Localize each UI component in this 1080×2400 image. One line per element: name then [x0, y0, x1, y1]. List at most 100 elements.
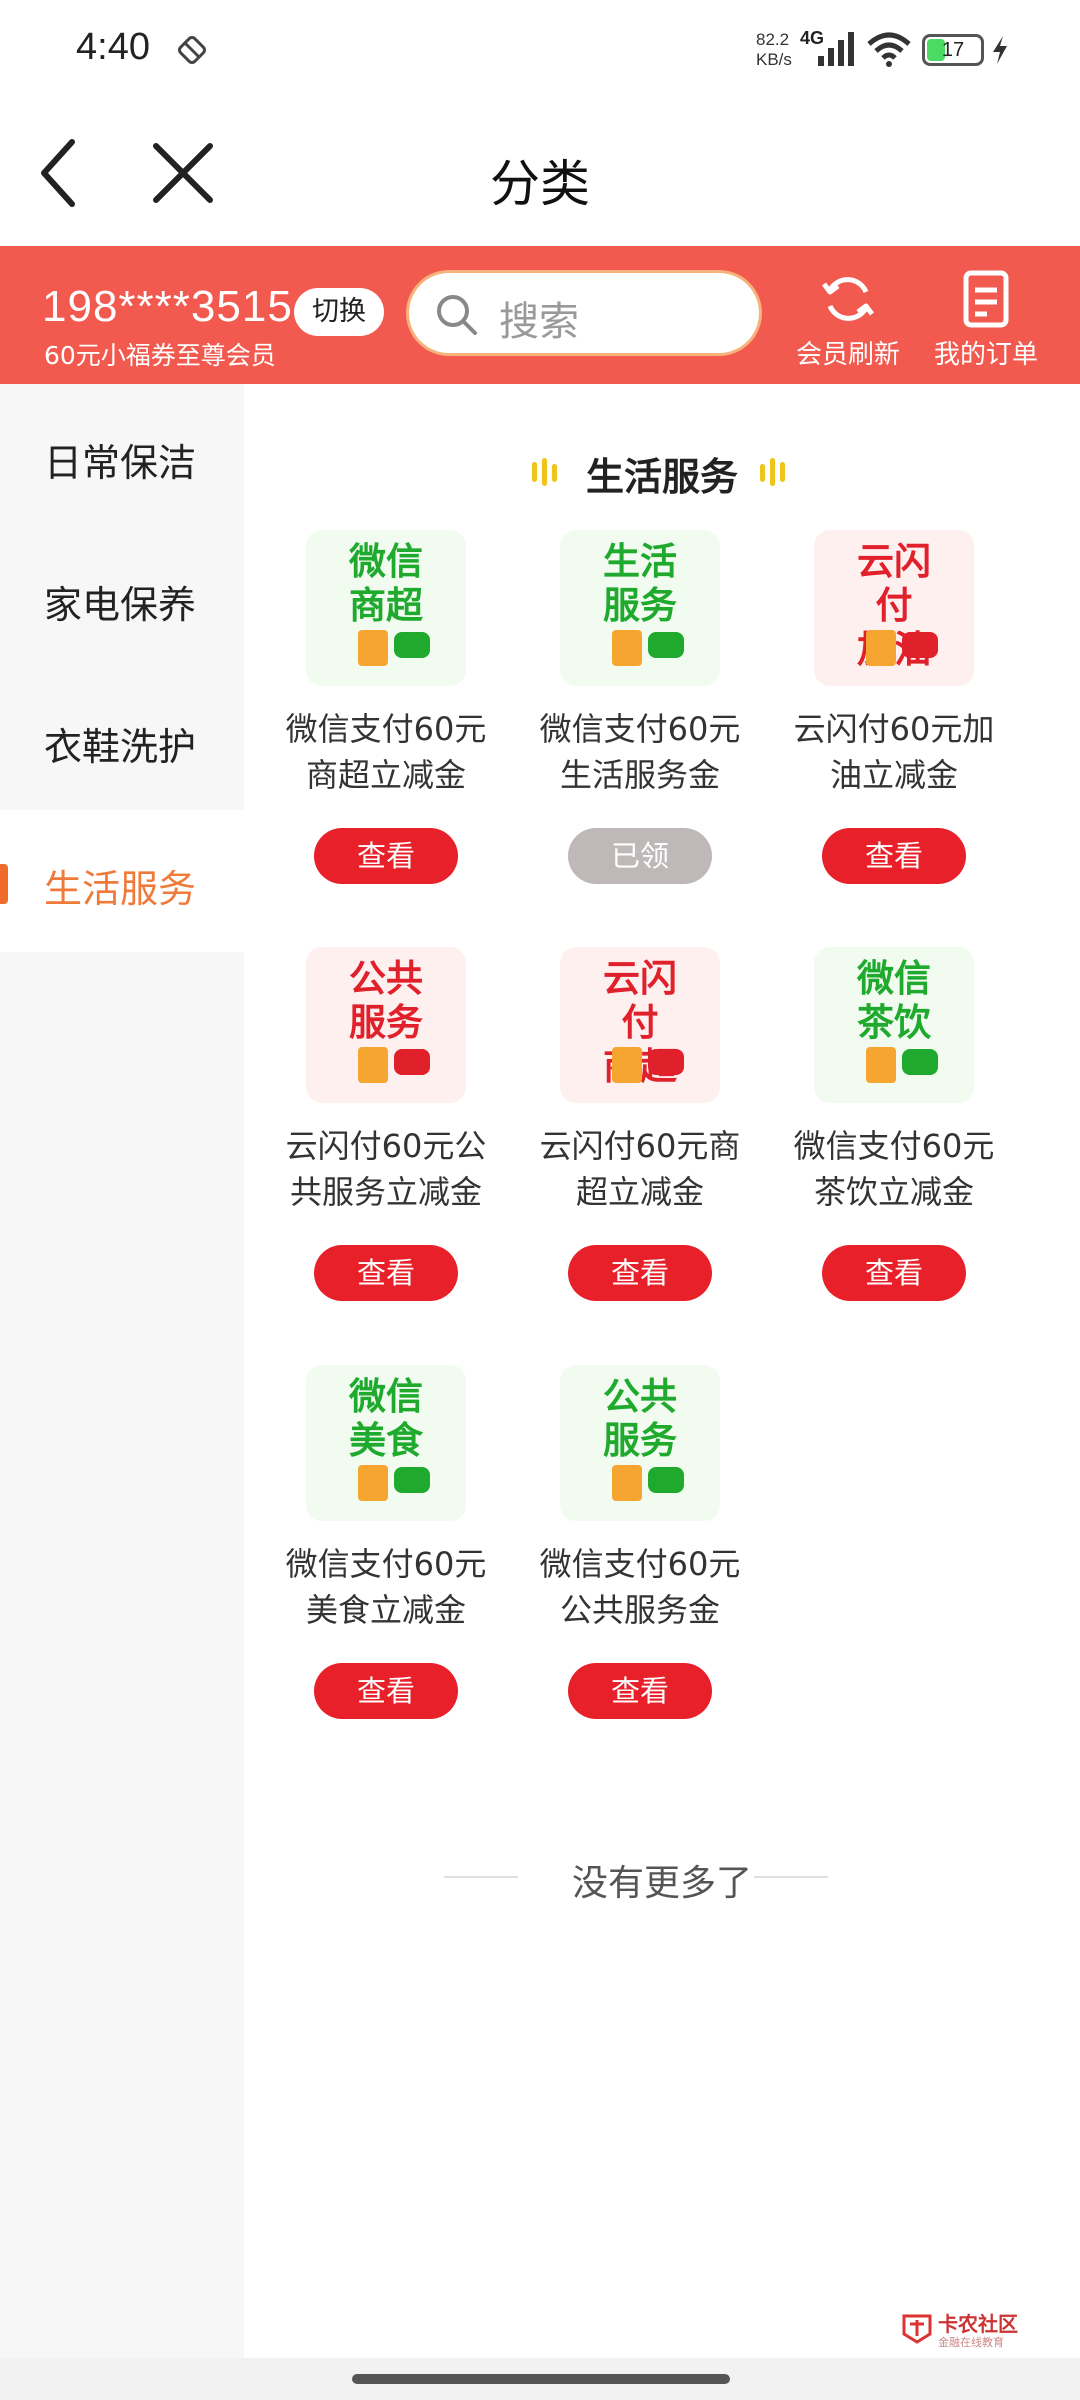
coupon-name: 微信支付60元 商超立减金: [285, 710, 487, 794]
coupon-thumbnail: 公共 服务: [560, 1365, 720, 1521]
sidebar-item-label: 家电保养: [44, 583, 197, 627]
unionpay-icon: [902, 632, 938, 658]
coupon-thumbnail: 微信 美食: [306, 1365, 466, 1521]
sidebar-item-appliance-care[interactable]: 家电保养: [0, 526, 244, 668]
gift-icon: [612, 630, 642, 666]
member-refresh-button[interactable]: 会员刷新: [788, 270, 908, 380]
view-button[interactable]: 查看: [314, 828, 458, 884]
coupon-thumbnail-text: 微信 美食: [349, 1375, 423, 1462]
view-button[interactable]: 查看: [314, 1663, 458, 1719]
nav-bar: 分类: [0, 100, 1080, 246]
coupon-card[interactable]: 微信 茶饮微信支付60元 茶饮立减金查看: [766, 947, 998, 1327]
sidebar-item-label: 衣鞋洗护: [44, 725, 197, 769]
watermark-subtitle: 金融在线教育: [938, 2336, 1004, 2349]
coupon-thumbnail-text: 微信 商超: [349, 540, 423, 627]
phone-number: 198****3515: [42, 282, 293, 331]
gift-icon: [866, 1047, 896, 1083]
watermark-title: 卡农社区: [938, 2312, 1018, 2336]
gift-icon: [612, 1047, 642, 1083]
coupon-thumbnail-text: 公共 服务: [349, 957, 423, 1044]
watermark-logo-icon: [902, 2314, 932, 2344]
coupon-name: 云闪付60元商 超立减金: [539, 1127, 741, 1211]
member-refresh-label: 会员刷新: [795, 340, 900, 370]
coupon-thumbnail: 云闪付加油: [814, 530, 974, 686]
search-input[interactable]: 搜索: [406, 270, 762, 356]
battery-icon: 17: [922, 34, 984, 66]
home-indicator[interactable]: [352, 2374, 730, 2384]
notification-icon: [178, 36, 206, 64]
charging-icon: [993, 36, 1007, 64]
gift-icon: [358, 1047, 388, 1083]
page-title: 分类: [490, 155, 590, 213]
view-button[interactable]: 查看: [314, 1245, 458, 1301]
gift-icon: [358, 630, 388, 666]
sidebar-item-laundry[interactable]: 衣鞋洗护: [0, 668, 244, 810]
title-decoration-right-icon: [760, 458, 785, 486]
coupon-thumbnail-text: 公共 服务: [603, 1375, 677, 1462]
coupon-name: 微信支付60元 公共服务金: [539, 1545, 741, 1629]
coupon-name: 云闪付60元公 共服务立减金: [285, 1127, 487, 1211]
status-time: 4:40: [76, 26, 150, 68]
content-panel: 生活服务 微信 商超 微信支付60元 商超立减金 查看 生活 服务 微信支付60元 生活服务金已…: [244, 384, 1080, 2358]
gift-icon: [866, 630, 896, 666]
coupon-thumbnail-text: 微信 茶饮: [857, 957, 931, 1044]
coupon-thumbnail: 云闪付商超: [560, 947, 720, 1103]
view-button[interactable]: 查看: [822, 828, 966, 884]
unionpay-icon: [648, 1049, 684, 1075]
watermark: 卡农社区 金融在线教育: [900, 2308, 1030, 2352]
my-orders-button[interactable]: 我的订单: [926, 270, 1046, 380]
coupon-card[interactable]: 公共 服务云闪付60元公 共服务立减金查看: [258, 947, 490, 1327]
member-level: 60元小福券至尊会员: [44, 341, 276, 370]
section-title: 生活服务: [585, 455, 738, 499]
coupon-thumbnail: 生活 服务: [560, 530, 720, 686]
unionpay-icon: [394, 1049, 430, 1075]
coupon-name: 微信支付60元 美食立减金: [285, 1545, 487, 1629]
coupon-thumbnail: 公共 服务: [306, 947, 466, 1103]
coupon-name: 云闪付60元加 油立减金: [793, 710, 995, 794]
speed-value: 82.2: [756, 30, 790, 49]
search-icon: [437, 295, 477, 335]
gift-icon: [358, 1465, 388, 1501]
signal-icon: [818, 32, 854, 66]
coupon-card[interactable]: 生活 服务微信支付60元 生活服务金已领: [512, 530, 744, 910]
coupon-card[interactable]: 微信 美食微信支付60元 美食立减金查看: [258, 1365, 490, 1745]
coupon-card[interactable]: 云闪付商超云闪付60元商超立减金查看: [512, 947, 744, 1327]
coupon-name: 微信支付60元 生活服务金: [539, 710, 741, 794]
category-sidebar: 日常保洁 家电保养 衣鞋洗护 生活服务: [0, 384, 244, 2358]
status-bar: 4:40 82.2 KB/s 4G 17: [0, 0, 1080, 100]
coupon-thumbnail-text: 生活 服务: [603, 540, 677, 627]
gesture-bar: [0, 2358, 1080, 2400]
divider-right: [754, 1876, 828, 1878]
wechat-pay-icon: [394, 1467, 430, 1493]
coupon-card[interactable]: 公共 服务微信支付60元 公共服务金查看: [512, 1365, 744, 1745]
refresh-icon: [822, 277, 874, 321]
network-speed: 82.2 KB/s: [756, 30, 792, 70]
wechat-pay-icon: [648, 1467, 684, 1493]
wechat-pay-icon: [648, 632, 684, 658]
coupon-name: 微信支付60元 茶饮立减金: [793, 1127, 995, 1211]
app-screen: 4:40 82.2 KB/s 4G 17 分类 198****3515 60元小…: [0, 0, 1080, 2400]
sidebar-item-daily-cleaning[interactable]: 日常保洁: [0, 384, 244, 526]
coupon-card[interactable]: 云闪付加油云闪付60元加油立减金查看: [766, 530, 998, 910]
document-icon: [963, 270, 1009, 328]
coupon-card[interactable]: 微信 商超微信支付60元 商超立减金查看: [258, 530, 490, 910]
search-placeholder: 搜索: [499, 299, 579, 345]
switch-account-button[interactable]: 切换: [294, 288, 384, 336]
battery-level: 17: [941, 39, 965, 61]
view-button[interactable]: 查看: [822, 1245, 966, 1301]
active-indicator: [0, 864, 8, 904]
speed-unit: KB/s: [756, 50, 792, 69]
coupon-thumbnail: 微信 商超: [306, 530, 466, 686]
my-orders-label: 我的订单: [933, 340, 1038, 370]
gift-icon: [612, 1465, 642, 1501]
member-header: 198****3515 60元小福券至尊会员 切换 搜索 会员刷新 我的订单: [0, 246, 1080, 384]
wifi-icon: [867, 32, 911, 67]
sidebar-item-label: 日常保洁: [44, 441, 197, 485]
sidebar-item-label: 生活服务: [44, 867, 197, 911]
coupon-thumbnail: 微信 茶饮: [814, 947, 974, 1103]
wechat-pay-icon: [394, 632, 430, 658]
sidebar-item-life-services[interactable]: 生活服务: [0, 810, 244, 952]
claimed-button[interactable]: 已领: [568, 828, 712, 884]
view-button[interactable]: 查看: [568, 1663, 712, 1719]
view-button[interactable]: 查看: [568, 1245, 712, 1301]
